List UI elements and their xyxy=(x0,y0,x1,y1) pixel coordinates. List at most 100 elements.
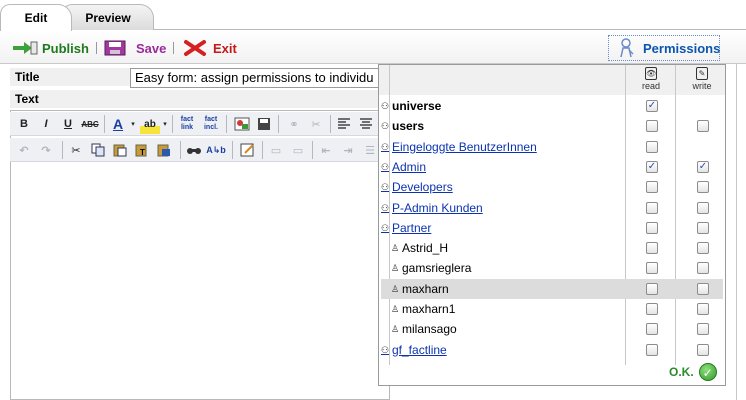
paste-icon[interactable] xyxy=(110,140,130,160)
read-checkbox[interactable] xyxy=(646,201,658,214)
group-icon: ⚇ xyxy=(381,141,390,152)
align-center-icon[interactable] xyxy=(356,114,376,134)
read-checkbox[interactable] xyxy=(646,282,658,295)
read-checkbox[interactable] xyxy=(646,343,658,356)
chevron-down-icon[interactable]: ▾ xyxy=(160,114,170,134)
user-icon: ♙ xyxy=(391,243,400,254)
editor-separator xyxy=(278,115,279,133)
edit-form-icon[interactable] xyxy=(238,140,258,160)
read-icon: 👁 xyxy=(645,67,657,80)
permission-row: ⚇ gf_factline xyxy=(381,340,723,360)
tab-edit[interactable]: Edit xyxy=(0,4,72,31)
read-checkbox[interactable] xyxy=(646,181,658,194)
paste-word-icon[interactable] xyxy=(154,140,174,160)
highlight-color-button[interactable]: ab xyxy=(140,114,160,134)
ok-button[interactable]: O.K. ✓ xyxy=(669,363,717,381)
align-left-icon[interactable] xyxy=(334,114,354,134)
title-input[interactable]: Easy form: assign permissions to individ… xyxy=(130,68,380,88)
outdent-icon[interactable]: ⇤ xyxy=(316,140,336,160)
editor-separator xyxy=(172,115,173,133)
exit-button[interactable]: Exit xyxy=(183,38,237,58)
tab-preview[interactable]: Preview xyxy=(62,4,154,30)
permission-row-name[interactable]: ⚇ Admin xyxy=(381,160,426,174)
permission-row-name[interactable]: ⚇ Eingeloggte BenutzerInnen xyxy=(381,140,537,154)
cut-icon[interactable]: ✂ xyxy=(66,140,86,160)
italic-button[interactable]: I xyxy=(36,114,56,134)
undo-icon[interactable]: ↶ xyxy=(14,140,34,160)
write-checkbox[interactable] xyxy=(697,181,709,194)
write-checkbox[interactable] xyxy=(697,282,709,295)
fact-link-button[interactable]: fact link xyxy=(176,114,198,134)
unlink-icon[interactable]: ✂ xyxy=(306,114,326,134)
list-icon[interactable]: ☰ xyxy=(360,140,380,160)
read-checkbox[interactable] xyxy=(646,221,658,234)
read-checkbox[interactable] xyxy=(646,323,658,336)
find-icon[interactable] xyxy=(184,140,204,160)
read-checkbox[interactable] xyxy=(646,140,658,153)
write-checkbox[interactable] xyxy=(697,120,709,133)
permission-row: ⚇ universe ✓ xyxy=(381,96,723,116)
editor-separator xyxy=(226,115,227,133)
write-checkbox[interactable] xyxy=(697,242,709,255)
read-checkbox[interactable] xyxy=(646,262,658,275)
permission-row: ⚇ P-Admin Kunden xyxy=(381,198,723,218)
permission-row-name: ♙ milansago xyxy=(391,322,457,337)
editor-separator xyxy=(330,115,331,133)
user-icon: ♙ xyxy=(391,263,400,274)
floppy-disk-icon[interactable] xyxy=(254,114,274,134)
group-icon: ⚇ xyxy=(381,202,390,213)
image-icon[interactable] xyxy=(232,114,252,134)
group-icon: ⚇ xyxy=(381,182,390,193)
group-icon: ⚇ xyxy=(381,161,390,172)
redo-icon[interactable]: ↷ xyxy=(36,140,56,160)
indent-icon[interactable]: ⇥ xyxy=(338,140,358,160)
chevron-down-icon[interactable]: ▾ xyxy=(128,114,138,134)
insert-link-icon[interactable]: ⚭ xyxy=(284,114,304,134)
svg-text:T: T xyxy=(140,148,145,157)
write-checkbox[interactable]: ✓ xyxy=(697,160,709,173)
permission-row-name[interactable]: ⚇ Partner xyxy=(381,221,431,235)
tab-bar: Preview Edit xyxy=(0,0,746,31)
permissions-button[interactable]: Permissions xyxy=(608,35,720,61)
permissions-header: 👁 read ✎ write xyxy=(379,65,725,95)
editor-separator xyxy=(62,141,63,159)
editor-separator xyxy=(180,141,181,159)
paste-text-icon[interactable]: T xyxy=(132,140,152,160)
copy-icon[interactable] xyxy=(88,140,108,160)
permissions-panel: 👁 read ✎ write ⚇ universe ✓ ⚇ users ⚇ Eingelog… xyxy=(378,64,726,386)
read-checkbox[interactable]: ✓ xyxy=(646,100,658,112)
strikethrough-button[interactable]: ABC xyxy=(80,114,100,134)
permission-row: ♙ Astrid_H xyxy=(381,238,723,258)
toolbar-separator xyxy=(173,42,174,54)
permission-row-name[interactable]: ⚇ P-Admin Kunden xyxy=(381,201,483,215)
user-icon: ♙ xyxy=(391,324,400,335)
group-icon: ⚇ xyxy=(381,101,390,111)
write-checkbox[interactable] xyxy=(697,262,709,275)
table-col-icon[interactable]: ▭ xyxy=(288,140,308,160)
read-checkbox[interactable]: ✓ xyxy=(646,160,658,173)
permission-row-name[interactable]: ⚇ gf_factline xyxy=(381,343,447,357)
editor-separator xyxy=(104,115,105,133)
save-button[interactable]: Save xyxy=(104,38,166,58)
read-checkbox[interactable] xyxy=(646,242,658,255)
permission-row: ♙ milansago xyxy=(381,319,723,339)
permission-row: ♙ maxharn1 xyxy=(381,299,723,319)
read-checkbox[interactable] xyxy=(646,120,658,133)
permission-row-name[interactable]: ⚇ Developers xyxy=(381,180,453,194)
write-checkbox[interactable] xyxy=(697,343,709,356)
write-checkbox[interactable] xyxy=(697,201,709,214)
replace-icon[interactable]: A↳b xyxy=(206,140,226,160)
main-toolbar: Publish Save Exit Permissions xyxy=(0,30,746,64)
editor-toolbar-row-1: B I U ABC A ▾ ab ▾ fact link fact incl. … xyxy=(10,112,380,136)
write-checkbox[interactable] xyxy=(697,303,709,315)
underline-button[interactable]: U xyxy=(58,114,78,134)
table-row-icon[interactable]: ▭ xyxy=(266,140,286,160)
text-color-button[interactable]: A xyxy=(108,114,128,134)
read-checkbox[interactable] xyxy=(646,303,658,315)
fact-include-button[interactable]: fact incl. xyxy=(200,114,222,134)
editor-toolbar-row-2: ↶ ↷ ✂ T A↳b ▭ ▭ ⇤ ⇥ ☰ xyxy=(10,138,380,162)
write-checkbox[interactable] xyxy=(697,323,709,336)
write-checkbox[interactable] xyxy=(697,221,709,234)
bold-button[interactable]: B xyxy=(14,114,34,134)
publish-button[interactable]: Publish xyxy=(12,38,89,58)
